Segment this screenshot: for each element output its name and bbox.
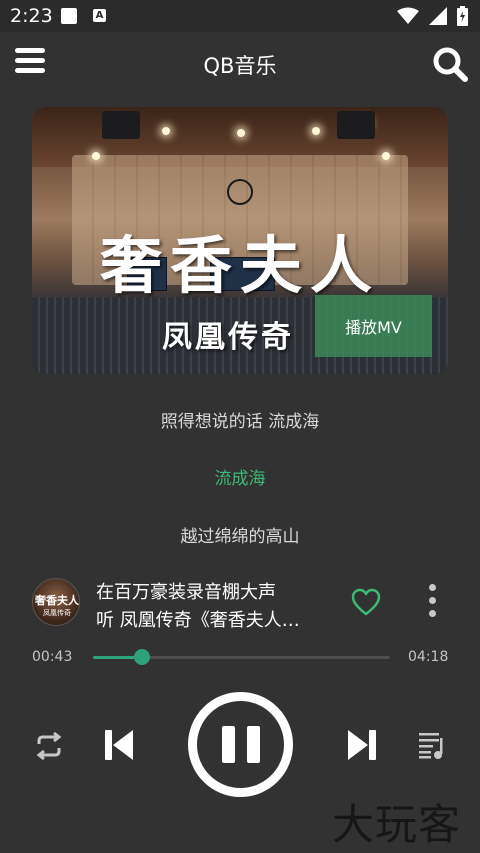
notification-square-icon xyxy=(61,8,77,24)
cover-speaker xyxy=(102,111,140,139)
app-title: QB音乐 xyxy=(203,54,277,78)
pause-button[interactable] xyxy=(188,692,293,797)
progress-knob[interactable] xyxy=(134,649,151,665)
now-playing-row: 奢香夫人 凤凰传奇 在百万豪装录音棚大声 听 凤凰传奇《奢香夫人… xyxy=(0,575,480,635)
app-bar: QB音乐 xyxy=(0,32,480,94)
more-vertical-icon xyxy=(428,584,436,591)
cover-light xyxy=(382,152,390,160)
more-options-button[interactable] xyxy=(426,584,438,620)
song-title-line2: 听 凤凰传奇《奢香夫人… xyxy=(96,610,300,631)
status-time: 2:23 xyxy=(10,5,53,27)
status-icons xyxy=(397,6,468,26)
cover-light xyxy=(312,127,320,135)
progress-bar[interactable] xyxy=(93,649,390,665)
skip-previous-icon xyxy=(105,730,133,760)
studio-logo-icon xyxy=(227,179,253,205)
cover-light xyxy=(237,129,245,137)
notification-a-icon: A xyxy=(93,9,106,22)
current-time: 00:43 xyxy=(32,649,73,665)
song-title-line1: 在百万豪装录音棚大声 xyxy=(96,582,276,603)
playlist-icon xyxy=(419,733,443,759)
thumbnail-subtitle: 凤凰传奇 xyxy=(43,609,71,617)
cover-light xyxy=(92,152,100,160)
heart-icon xyxy=(351,588,381,616)
cover-subtitle: 凤凰传奇 xyxy=(162,320,294,355)
repeat-icon xyxy=(36,731,62,761)
search-button[interactable] xyxy=(431,45,469,83)
like-button[interactable] xyxy=(351,588,381,616)
lyric-current: 流成海 xyxy=(214,469,266,489)
signal-icon xyxy=(429,7,447,25)
previous-button[interactable] xyxy=(103,727,135,763)
play-mv-button[interactable]: 播放MV xyxy=(315,295,432,357)
repeat-button[interactable] xyxy=(33,730,65,762)
song-thumbnail[interactable]: 奢香夫人 凤凰传奇 xyxy=(32,578,80,626)
lyric-next: 越过绵绵的高山 xyxy=(180,527,300,547)
total-time: 04:18 xyxy=(408,649,449,665)
lyric-previous: 照得想说的话 流成海 xyxy=(160,412,320,432)
next-button[interactable] xyxy=(346,727,378,763)
playlist-button[interactable] xyxy=(418,730,446,760)
cover-speaker xyxy=(337,111,375,139)
cover-title: 奢香夫人 xyxy=(99,229,380,302)
battery-icon xyxy=(457,6,468,26)
pause-icon xyxy=(222,726,235,763)
cover-light xyxy=(162,127,170,135)
status-bar: 2:23 A xyxy=(0,0,480,32)
wifi-icon xyxy=(397,7,419,24)
thumbnail-title: 奢香夫人 xyxy=(35,594,79,607)
skip-next-icon xyxy=(348,730,376,760)
album-cover[interactable]: 奢香夫人 凤凰传奇 播放MV xyxy=(32,107,448,374)
search-icon xyxy=(433,47,468,82)
watermark: 大玩客 xyxy=(332,800,462,849)
